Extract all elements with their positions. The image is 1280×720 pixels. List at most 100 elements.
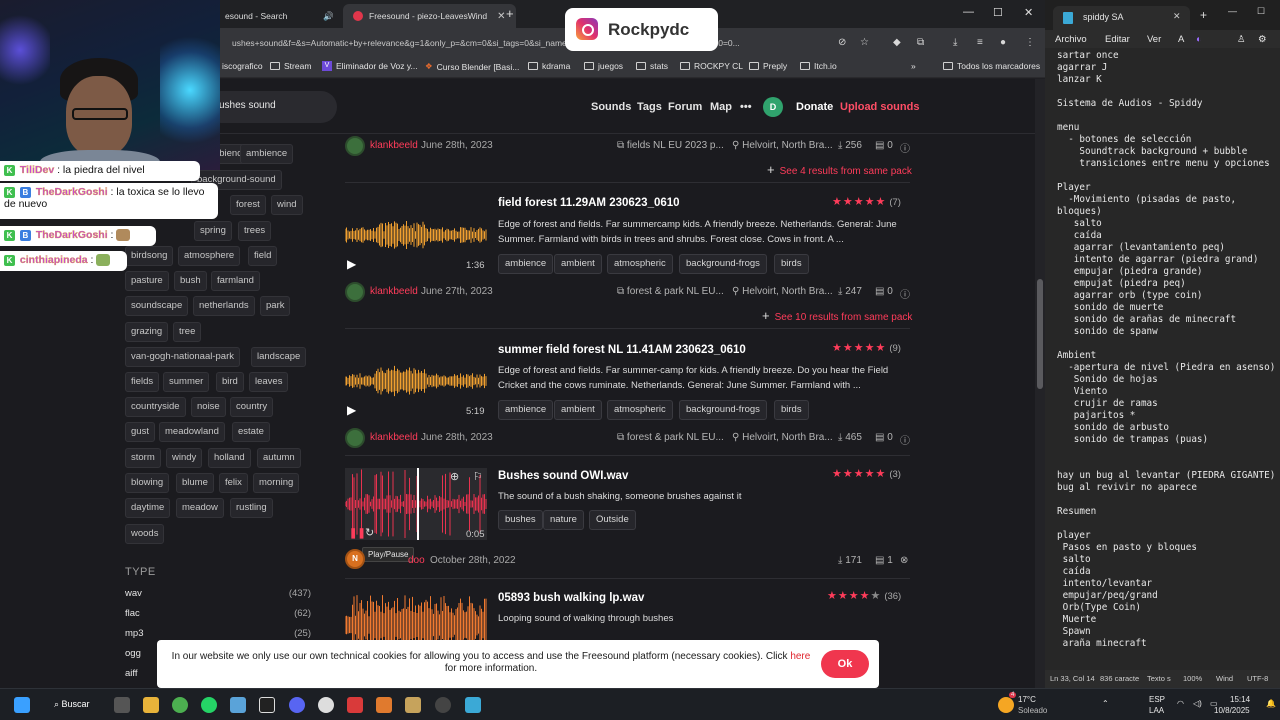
pack-link[interactable]: ⧉ fields NL EU 2023 p...: [617, 140, 724, 151]
tag[interactable]: countryside: [125, 397, 186, 417]
cookie-ok-button[interactable]: Ok: [821, 650, 869, 678]
repeat-icon[interactable]: ↻: [365, 526, 374, 539]
nav-forum[interactable]: Forum: [668, 101, 702, 113]
rating-stars[interactable]: ★★★★★ (9): [832, 341, 901, 354]
tag[interactable]: bush: [174, 271, 207, 291]
sound-tag[interactable]: birds: [774, 400, 809, 420]
all-bookmarks[interactable]: Todos los marcadores: [943, 61, 1040, 71]
avatar[interactable]: [345, 136, 365, 156]
bookmark[interactable]: V Eliminador de Voz y...: [322, 61, 418, 71]
sound-tag[interactable]: atmospheric: [607, 254, 673, 274]
tag[interactable]: field: [248, 246, 278, 266]
license-icon[interactable]: ⊗: [900, 555, 908, 566]
tag[interactable]: daytime: [125, 498, 171, 518]
waveform-player[interactable]: ⊕ ⚐ ❚❚ ↻ 0:05: [345, 468, 487, 540]
extension-icon[interactable]: ◆: [893, 37, 901, 48]
type-filter-flac[interactable]: flac (62): [125, 608, 311, 622]
avatar[interactable]: [345, 282, 365, 302]
username-link[interactable]: doo: [408, 555, 425, 566]
tag[interactable]: holland: [208, 448, 251, 468]
play-icon[interactable]: ▶: [347, 257, 356, 271]
tag[interactable]: blowing: [125, 473, 170, 493]
menu-dots-icon[interactable]: ⋮: [1025, 37, 1035, 48]
nav-tags[interactable]: Tags: [637, 101, 662, 113]
username-link[interactable]: klankbeeld: [370, 140, 418, 151]
rating-stars[interactable]: ★★★★★ (7): [832, 195, 901, 208]
chatgpt-icon[interactable]: [318, 697, 334, 713]
location-link[interactable]: ⚲ Helvoirt, North Bra...: [732, 140, 833, 151]
tag[interactable]: spring: [194, 221, 232, 241]
notepad-editor[interactable]: sartar once agarrar J lanzar K Sistema d…: [1057, 50, 1279, 670]
pause-icon[interactable]: ❚❚: [349, 528, 366, 539]
sound-tag[interactable]: Outside: [589, 510, 636, 530]
username-link[interactable]: klankbeeld: [370, 286, 418, 297]
avatar[interactable]: N: [345, 549, 365, 569]
tag[interactable]: rustling: [230, 498, 273, 518]
tag[interactable]: trees: [238, 221, 272, 241]
sound-tag[interactable]: ambience: [498, 254, 554, 274]
download-icon[interactable]: ⤓: [953, 37, 957, 48]
language[interactable]: ESP: [1149, 695, 1165, 704]
tag[interactable]: farmland: [211, 271, 260, 291]
tag[interactable]: leaves: [249, 372, 289, 392]
sound-tag[interactable]: background-frogs: [679, 254, 767, 274]
bookmark[interactable]: Stream: [270, 61, 311, 71]
audio-icon[interactable]: 🔊: [323, 11, 334, 22]
minimize-icon[interactable]: —: [1228, 6, 1237, 16]
tag[interactable]: wind: [271, 195, 303, 215]
new-tab-icon[interactable]: +: [1200, 8, 1207, 22]
tag[interactable]: birdsong: [125, 246, 174, 266]
tag[interactable]: pasture: [125, 271, 169, 291]
bookmark[interactable]: ❖ Curso Blender [Basi...: [425, 61, 519, 72]
sound-tag[interactable]: ambience: [498, 400, 554, 420]
sound-tag[interactable]: birds: [774, 254, 809, 274]
volume-icon[interactable]: ◁): [1193, 699, 1202, 708]
minimize-icon[interactable]: —: [963, 6, 974, 18]
tag[interactable]: woods: [125, 524, 165, 544]
tag[interactable]: park: [260, 296, 291, 316]
notepad-tab[interactable]: spiddy SA ✕: [1053, 6, 1190, 30]
capcut-icon[interactable]: [259, 697, 275, 713]
tag[interactable]: soundscape: [125, 296, 189, 316]
user-icon[interactable]: ♙: [1237, 34, 1246, 45]
task-view-icon[interactable]: [114, 697, 130, 713]
sound-title[interactable]: field forest 11.29AM 230623_0610: [498, 197, 680, 209]
location-link[interactable]: ⚲ Helvoirt, North Bra...: [732, 432, 833, 443]
bookmark[interactable]: stats: [636, 61, 668, 71]
nav-sounds[interactable]: Sounds: [591, 101, 631, 113]
location-link[interactable]: ⚲ Helvoirt, North Bra...: [732, 286, 833, 297]
tag[interactable]: meadow: [176, 498, 224, 518]
tab-freesound-search[interactable]: esound - Search 🔊 ✕: [215, 4, 362, 28]
tag[interactable]: netherlands: [193, 296, 255, 316]
bookmark[interactable]: Itch.io: [800, 61, 837, 71]
donate-link[interactable]: Donate: [796, 101, 833, 113]
sound-title[interactable]: Bushes sound OWI.wav: [498, 470, 628, 482]
avatar[interactable]: [345, 428, 365, 448]
tag[interactable]: autumn: [257, 448, 301, 468]
tag[interactable]: blume: [176, 473, 214, 493]
tag[interactable]: storm: [125, 448, 161, 468]
type-filter-wav[interactable]: wav (437): [125, 588, 311, 602]
scroll-thumb[interactable]: [1037, 279, 1043, 389]
whatsapp-icon[interactable]: [201, 697, 217, 713]
nav-map[interactable]: Map: [710, 101, 732, 113]
language-layout[interactable]: LAA: [1149, 706, 1164, 715]
tag[interactable]: bird: [216, 372, 244, 392]
close-icon[interactable]: ✕: [1173, 11, 1181, 22]
tag[interactable]: felix: [219, 473, 248, 493]
bookmark-star-icon[interactable]: ☆: [860, 37, 869, 48]
bookmark[interactable]: ROCKPY CL: [680, 61, 743, 71]
sound-tag[interactable]: ambient: [554, 254, 602, 274]
rating-stars[interactable]: ★★★★★ (3): [832, 467, 901, 480]
menu-archivo[interactable]: Archivo: [1055, 34, 1087, 45]
tag[interactable]: landscape: [251, 347, 307, 367]
maximize-icon[interactable]: ☐: [993, 6, 1003, 19]
tag[interactable]: tree: [173, 322, 202, 342]
chevron-up-icon[interactable]: ⌃: [1102, 699, 1109, 708]
sound-tag[interactable]: nature: [543, 510, 584, 530]
maximize-icon[interactable]: ☐: [1257, 6, 1265, 17]
username-link[interactable]: klankbeeld: [370, 432, 418, 443]
close-icon[interactable]: ✕: [497, 11, 505, 22]
bookmark[interactable]: Preply: [749, 61, 787, 71]
tag[interactable]: fields: [125, 372, 160, 392]
